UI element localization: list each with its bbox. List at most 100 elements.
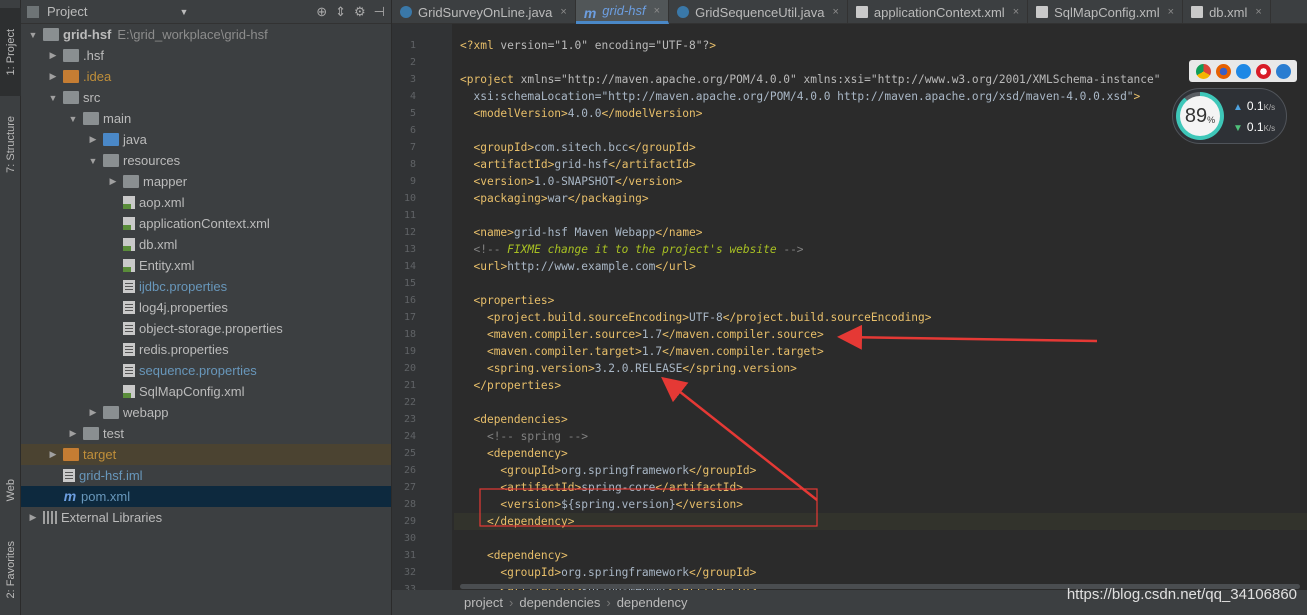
tree-item-label: sequence.properties xyxy=(139,363,257,378)
tree-item[interactable]: grid-hsf.iml xyxy=(21,465,391,486)
close-tab-icon[interactable]: × xyxy=(1013,6,1019,18)
tree-item[interactable]: object-storage.properties xyxy=(21,318,391,339)
collapsed-arrow-icon[interactable]: ▶ xyxy=(47,449,59,460)
expanded-arrow-icon[interactable]: ▼ xyxy=(27,30,39,40)
tree-item-label: pom.xml xyxy=(81,489,131,504)
properties-file-icon xyxy=(123,280,135,293)
editor-tab-label: GridSequenceUtil.java xyxy=(695,4,825,20)
close-tab-icon[interactable]: × xyxy=(654,5,660,17)
close-tab-icon[interactable]: × xyxy=(832,6,838,18)
settings-gear-icon[interactable]: ⚙ xyxy=(354,4,366,20)
line-number: 2 xyxy=(409,57,416,68)
tree-item-label: resources xyxy=(123,153,181,168)
line-number: 5 xyxy=(409,108,416,119)
current-line-highlight xyxy=(454,513,1307,530)
collapse-icon[interactable]: ⇕ xyxy=(335,4,346,20)
tool-tab-web[interactable]: Web xyxy=(0,466,21,514)
tree-item[interactable]: sequence.properties xyxy=(21,360,391,381)
editor-tab-label: GridSurveyOnLine.java xyxy=(418,4,553,20)
expanded-arrow-icon[interactable]: ▼ xyxy=(67,114,79,124)
line-number: 31 xyxy=(403,550,416,561)
tool-tab-structure[interactable]: 7: Structure xyxy=(0,102,21,186)
tool-tab-project[interactable]: 1: Project xyxy=(0,8,21,96)
folder-icon xyxy=(83,427,99,440)
tool-tab-project-label: 1: Project xyxy=(4,28,17,76)
expanded-arrow-icon[interactable]: ▼ xyxy=(47,93,59,103)
tree-item[interactable]: SqlMapConfig.xml xyxy=(21,381,391,402)
code-line: <properties> xyxy=(473,294,555,307)
collapsed-arrow-icon[interactable]: ▶ xyxy=(47,71,59,82)
chrome-icon[interactable] xyxy=(1195,63,1211,79)
close-tab-icon[interactable]: × xyxy=(560,6,566,18)
line-number: 18 xyxy=(403,329,416,340)
collapsed-arrow-icon[interactable]: ▶ xyxy=(67,428,79,439)
code-line: <artifactId>grid-hsf</artifactId> xyxy=(473,158,696,171)
editor-tab[interactable]: GridSequenceUtil.java × xyxy=(669,0,848,24)
xml-file-icon xyxy=(855,6,868,18)
maven-icon: m xyxy=(63,488,77,504)
xml-file-icon xyxy=(1036,6,1049,18)
download-speed: ▼ 0.1K/s xyxy=(1233,120,1275,134)
breadcrumb-separator-icon: › xyxy=(606,595,611,610)
tree-item[interactable]: ▶ target xyxy=(21,444,391,465)
code-line: </properties> xyxy=(473,379,562,392)
xml-file-icon xyxy=(1191,6,1204,18)
breadcrumb-item-dependency[interactable]: dependency xyxy=(617,595,688,610)
tree-item[interactable]: db.xml xyxy=(21,234,391,255)
tree-item[interactable]: ijdbc.properties xyxy=(21,276,391,297)
tree-item[interactable]: log4j.properties xyxy=(21,297,391,318)
tree-item[interactable]: ▶ .idea xyxy=(21,66,391,87)
safari-icon[interactable] xyxy=(1235,63,1251,79)
line-number: 9 xyxy=(409,176,416,187)
expanded-arrow-icon[interactable]: ▼ xyxy=(87,156,99,166)
tree-item[interactable]: aop.xml xyxy=(21,192,391,213)
tool-tab-favorites[interactable]: 2: Favorites xyxy=(0,526,21,614)
tree-item[interactable]: m pom.xml xyxy=(21,486,391,507)
collapsed-arrow-icon[interactable]: ▶ xyxy=(87,134,99,145)
tree-item[interactable]: ▶ External Libraries xyxy=(21,507,391,528)
tree-item[interactable]: redis.properties xyxy=(21,339,391,360)
breadcrumb-item-dependencies[interactable]: dependencies xyxy=(519,595,600,610)
tool-tab-favorites-label: 2: Favorites xyxy=(4,541,17,599)
tree-item[interactable]: ▶ webapp xyxy=(21,402,391,423)
close-tab-icon[interactable]: × xyxy=(1168,6,1174,18)
breadcrumb-separator-icon: › xyxy=(509,595,514,610)
line-number: 3 xyxy=(409,74,416,85)
tree-item[interactable]: ▼ main xyxy=(21,108,391,129)
editor-tab[interactable]: applicationContext.xml × xyxy=(848,0,1029,24)
tree-item[interactable]: ▼ resources xyxy=(21,150,391,171)
tree-item[interactable]: Entity.xml xyxy=(21,255,391,276)
tool-window-strip: 1: Project 7: Structure Web 2: Favorites xyxy=(0,0,21,615)
breadcrumb-item-project[interactable]: project xyxy=(464,595,503,610)
code-line: <version>1.0-SNAPSHOT</version> xyxy=(473,175,683,188)
tree-item[interactable]: ▶ mapper xyxy=(21,171,391,192)
view-selector-chevron-icon[interactable]: ▼ xyxy=(179,7,188,17)
collapsed-arrow-icon[interactable]: ▶ xyxy=(87,407,99,418)
editor-tab[interactable]: db.xml × xyxy=(1183,0,1271,24)
tree-item[interactable]: ▶ .hsf xyxy=(21,45,391,66)
hide-panel-icon[interactable]: ⊣ xyxy=(374,4,385,20)
tree-item[interactable]: ▶ test xyxy=(21,423,391,444)
opera-icon[interactable] xyxy=(1255,63,1271,79)
code-line: <maven.compiler.target>1.7</maven.compil… xyxy=(486,345,824,358)
tree-item[interactable]: applicationContext.xml xyxy=(21,213,391,234)
collapsed-arrow-icon[interactable]: ▶ xyxy=(27,512,39,523)
close-tab-icon[interactable]: × xyxy=(1255,6,1261,18)
locate-icon[interactable]: ⊕ xyxy=(316,4,327,20)
collapsed-arrow-icon[interactable]: ▶ xyxy=(47,50,59,61)
down-arrow-icon: ▼ xyxy=(1233,123,1243,134)
code-line: <packaging>war</packaging> xyxy=(473,192,649,205)
ie-icon[interactable] xyxy=(1275,63,1291,79)
project-panel-title[interactable]: Project xyxy=(47,4,87,19)
tree-item[interactable]: ▼ src xyxy=(21,87,391,108)
editor-tab[interactable]: m grid-hsf × xyxy=(575,0,670,24)
editor-tab[interactable]: SqlMapConfig.xml × xyxy=(1028,0,1184,24)
collapsed-arrow-icon[interactable]: ▶ xyxy=(107,176,119,187)
upload-speed-value: 0.1 xyxy=(1246,99,1264,113)
tree-item[interactable]: ▶ java xyxy=(21,129,391,150)
editor-tab[interactable]: GridSurveyOnLine.java × xyxy=(392,0,576,24)
code-line: <!-- FIXME change it to the project's we… xyxy=(473,243,804,256)
firefox-icon[interactable] xyxy=(1215,63,1231,79)
tree-item[interactable]: ▼ grid-hsf E:\grid_workplace\grid-hsf xyxy=(21,24,391,45)
line-number: 6 xyxy=(409,125,416,136)
